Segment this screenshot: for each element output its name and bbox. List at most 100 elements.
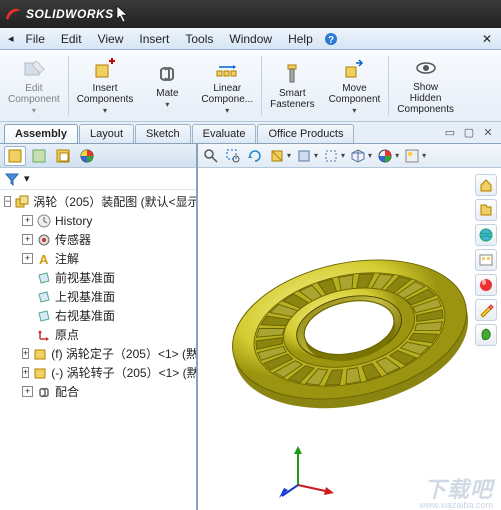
ribbon-separator [68,56,69,116]
expand-icon[interactable]: + [22,215,33,226]
menu-scroll-left-icon[interactable]: ◂ [4,32,18,45]
help-icon[interactable]: ? [323,31,339,47]
tree-node-mates[interactable]: +配合 [18,382,196,401]
svg-text:?: ? [328,35,334,46]
tree-node-plane-front[interactable]: 前视基准面 [18,268,196,287]
tree-node-history[interactable]: + History [18,211,196,230]
tab-office-products[interactable]: Office Products [257,124,354,143]
menu-view[interactable]: View [90,30,132,48]
side-tab-property-icon[interactable] [28,146,50,166]
dropdown-arrow-icon[interactable]: ▾ [341,151,345,160]
side-tab-feature-tree-icon[interactable] [4,146,26,166]
side-tab-config-icon[interactable] [52,146,74,166]
ribbon-linear-pattern[interactable]: LinearCompone... ▾ [195,52,259,120]
expand-icon[interactable]: + [22,367,29,378]
tree-node-part-stator[interactable]: +(f) 涡轮定子（205）<1> (黙 [18,344,196,363]
tree-root[interactable]: − 涡轮（205）装配图 (默认<显示 [0,192,196,211]
feature-manager-panel: ▾ − 涡轮（205）装配图 (默认<显示 + History + 传感器 + A 注解… [0,144,198,510]
menu-edit[interactable]: Edit [53,30,90,48]
ribbon-label: EditComponent [8,83,60,105]
menu-window[interactable]: Window [221,30,280,48]
tab-evaluate[interactable]: Evaluate [192,124,257,143]
show-hidden-icon [414,56,438,80]
appearance-icon[interactable] [376,147,394,165]
graphics-viewport[interactable]: ▾ ▾ ▾ ▾ ▾ ▾ [198,144,501,510]
ribbon-label: Mate [156,88,178,99]
expand-icon[interactable]: + [22,386,33,397]
dropdown-arrow-icon[interactable]: ▾ [352,106,356,115]
ribbon-smart-fasteners[interactable]: SmartFasteners [264,52,320,120]
tabs-maximize-icon[interactable]: ▢ [461,124,477,140]
collapse-icon[interactable]: − [4,196,11,207]
origin-icon [36,327,52,343]
filter-funnel-icon[interactable] [4,171,20,187]
command-tabs: Assembly Layout Sketch Evaluate Office P… [0,122,501,144]
window-close-icon[interactable]: ✕ [479,31,495,47]
dropdown-arrow-icon[interactable]: ▾ [287,151,291,160]
dropdown-arrow-icon[interactable]: ▾ [225,106,229,115]
ribbon-insert-components[interactable]: InsertComponents ▾ [71,52,140,120]
tree-node-sensors[interactable]: + 传感器 [18,230,196,249]
dropdown-arrow-icon[interactable]: ▾ [314,151,318,160]
ribbon-show-hidden[interactable]: ShowHiddenComponents [391,52,460,120]
tabs-options-icon[interactable]: ▭ [442,124,458,140]
expand-icon[interactable]: + [22,348,29,359]
menu-file[interactable]: File [18,30,53,48]
dropdown-arrow-icon[interactable]: ▾ [165,100,169,109]
tree-label: 前视基准面 [55,269,115,286]
zoom-area-icon[interactable] [224,147,242,165]
tab-sketch[interactable]: Sketch [135,124,191,143]
menu-help[interactable]: Help [280,30,321,48]
app-logo-icon [4,5,22,23]
view-toolbar: ▾ ▾ ▾ ▾ ▾ ▾ [198,144,501,168]
tab-layout[interactable]: Layout [79,124,134,143]
dropdown-arrow-icon[interactable]: ▾ [103,106,107,115]
annotation-icon: A [36,251,52,267]
menu-tools[interactable]: Tools [177,30,221,48]
tree-label: History [55,214,92,228]
tree-root-label: 涡轮（205）装配图 (默认<显示 [33,193,196,210]
tree-node-annotations[interactable]: + A 注解 [18,249,196,268]
view-orientation-icon[interactable] [349,147,367,165]
dropdown-arrow-icon[interactable]: ▾ [422,151,426,160]
tree-node-origin[interactable]: 原点 [18,325,196,344]
section-view-icon[interactable] [268,147,286,165]
side-tab-appearance-icon[interactable] [76,146,98,166]
insert-components-icon [93,57,117,81]
tree-node-part-rotor[interactable]: + (-) 涡轮转子（205）<1> (黙 [18,363,196,382]
ribbon-move-component[interactable]: MoveComponent ▾ [323,52,387,120]
rotate-view-icon[interactable] [246,147,264,165]
tabs-close-icon[interactable]: ✕ [480,124,496,140]
assembly-icon [14,194,30,210]
display-style-icon[interactable] [295,147,313,165]
tab-assembly[interactable]: Assembly [4,124,78,143]
model-canvas[interactable]: // generate blade slots (function(){ var… [198,168,501,510]
history-icon [36,213,52,229]
tree-node-plane-right[interactable]: 右视基准面 [18,306,196,325]
part-icon [32,346,48,362]
expand-icon[interactable]: + [22,234,33,245]
filter-bar: ▾ [0,168,196,190]
hidden-lines-icon[interactable] [322,147,340,165]
tree-label: 传感器 [55,231,91,248]
zoom-fit-icon[interactable] [202,147,220,165]
dropdown-arrow-icon[interactable]: ▾ [395,151,399,160]
ribbon-label: LinearCompone... [201,83,253,105]
ribbon-mate[interactable]: Mate ▾ [141,52,193,120]
sensor-icon [36,232,52,248]
menu-bar: ◂ File Edit View Insert Tools Window Hel… [0,28,501,50]
expand-icon[interactable]: + [22,253,33,264]
tree-label: 右视基准面 [55,307,115,324]
tree-label: 注解 [55,250,79,267]
svg-text:A: A [39,252,49,267]
tree-node-plane-top[interactable]: 上视基准面 [18,287,196,306]
orientation-triad[interactable] [278,440,338,500]
tree-label: (-) 涡轮转子（205）<1> (黙 [51,364,196,381]
filter-dropdown-icon[interactable]: ▾ [24,172,30,185]
plane-icon [36,270,52,286]
scene-icon[interactable] [403,147,421,165]
dropdown-arrow-icon[interactable]: ▾ [368,151,372,160]
menu-insert[interactable]: Insert [131,30,177,48]
move-component-icon [342,57,366,81]
feature-tree: − 涡轮（205）装配图 (默认<显示 + History + 传感器 + A 注解 前… [0,190,196,510]
